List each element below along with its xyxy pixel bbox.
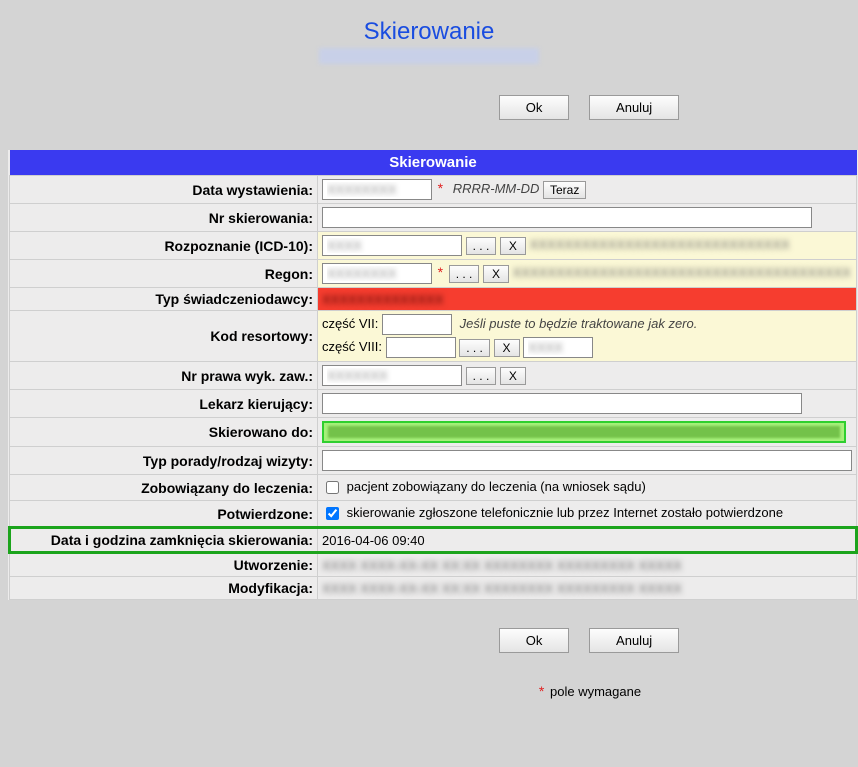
regon-clear-button[interactable]: X [483,265,509,283]
label-lekarz: Lekarz kierujący: [10,390,318,418]
potwierdzone-text: skierowanie zgłoszone telefonicznie lub … [347,505,783,520]
label-nr-skierowania: Nr skierowania: [10,204,318,232]
form-table: Skierowanie Data wystawienia: * RRRR-MM-… [8,150,858,600]
label-utworzenie: Utworzenie: [10,553,318,577]
zobowiazany-checkbox[interactable] [326,481,339,494]
label-skierowano-do: Skierowano do: [10,418,318,447]
label-kod-resortowy: Kod resortowy: [10,311,318,362]
regon-input[interactable] [322,263,432,284]
icd10-desc-redacted: XXXXXXXXXXXXXXXXXXXXXXXXXXXXXX [530,237,790,252]
label-data-zamkniecia: Data i godzina zamknięcia skierowania: [10,528,318,553]
icd10-clear-button[interactable]: X [500,237,526,255]
typ-porady-input[interactable] [322,450,852,471]
label-data-wystawienia: Data wystawienia: [10,176,318,204]
cancel-button-top[interactable]: Anuluj [589,95,679,120]
regon-lookup-button[interactable]: . . . [449,265,480,283]
czesc8-lookup-button[interactable]: . . . [459,339,490,357]
kod-resortowy-hint: Jeśli puste to będzie traktowane jak zer… [460,316,698,331]
required-asterisk: * [438,264,443,280]
label-czesc8: część VIII: [322,339,382,354]
czesc8-extra-input[interactable] [523,337,593,358]
icd10-lookup-button[interactable]: . . . [466,237,497,255]
label-regon: Regon: [10,260,318,288]
required-asterisk: * [438,180,443,196]
label-zobowiazany: Zobowiązany do leczenia: [10,475,318,501]
czesc8-clear-button[interactable]: X [494,339,520,357]
ok-button-bottom[interactable]: Ok [499,628,570,653]
label-typ-swiadcz: Typ świadczeniodawcy: [10,288,318,311]
modyfikacja-redacted: XXXX XXXX-XX-XX XX:XX XXXXXXXX XXXXXXXXX… [322,581,682,596]
typ-swiadcz-redacted: XXXXXXXXXXXXXX [322,292,443,307]
label-czesc7: część VII: [322,316,378,331]
label-potwierdzone: Potwierdzone: [10,501,318,528]
nr-prawa-clear-button[interactable]: X [500,367,526,385]
teraz-button[interactable]: Teraz [543,181,586,199]
utworzenie-redacted: XXXX XXXX-XX-XX XX:XX XXXXXXXX XXXXXXXXX… [322,558,682,573]
cancel-button-bottom[interactable]: Anuluj [589,628,679,653]
lekarz-input[interactable] [322,393,802,414]
skierowano-do-field[interactable] [322,421,846,443]
label-typ-porady: Typ porady/rodzaj wizyty: [10,447,318,475]
date-format-hint: RRRR-MM-DD [453,181,540,196]
nr-skierowania-input[interactable] [322,207,812,228]
czesc7-input[interactable] [382,314,452,335]
label-nr-prawa: Nr prawa wyk. zaw.: [10,362,318,390]
potwierdzone-checkbox[interactable] [326,507,339,520]
label-modyfikacja: Modyfikacja: [10,577,318,600]
czesc8-input[interactable] [386,337,456,358]
data-zamkniecia-value: 2016-04-06 09:40 [318,528,857,553]
regon-desc-redacted: XXXXXXXXXXXXXXXXXXXXXXXXXXXXXXXXXXXXXXX [513,265,851,280]
zobowiazany-text: pacjent zobowiązany do leczenia (na wnio… [347,479,646,494]
nr-prawa-lookup-button[interactable]: . . . [466,367,497,385]
ok-button-top[interactable]: Ok [499,95,570,120]
label-rozpoznanie: Rozpoznanie (ICD-10): [10,232,318,260]
nr-prawa-input[interactable] [322,365,462,386]
section-header: Skierowanie [10,150,857,176]
page-title: Skierowanie [364,18,495,45]
footer-asterisk: * [539,683,544,699]
footer-required-note: pole wymagane [550,684,641,699]
data-wystawienia-input[interactable] [322,179,432,200]
icd10-input[interactable] [322,235,462,256]
subtitle-redacted [319,48,539,64]
